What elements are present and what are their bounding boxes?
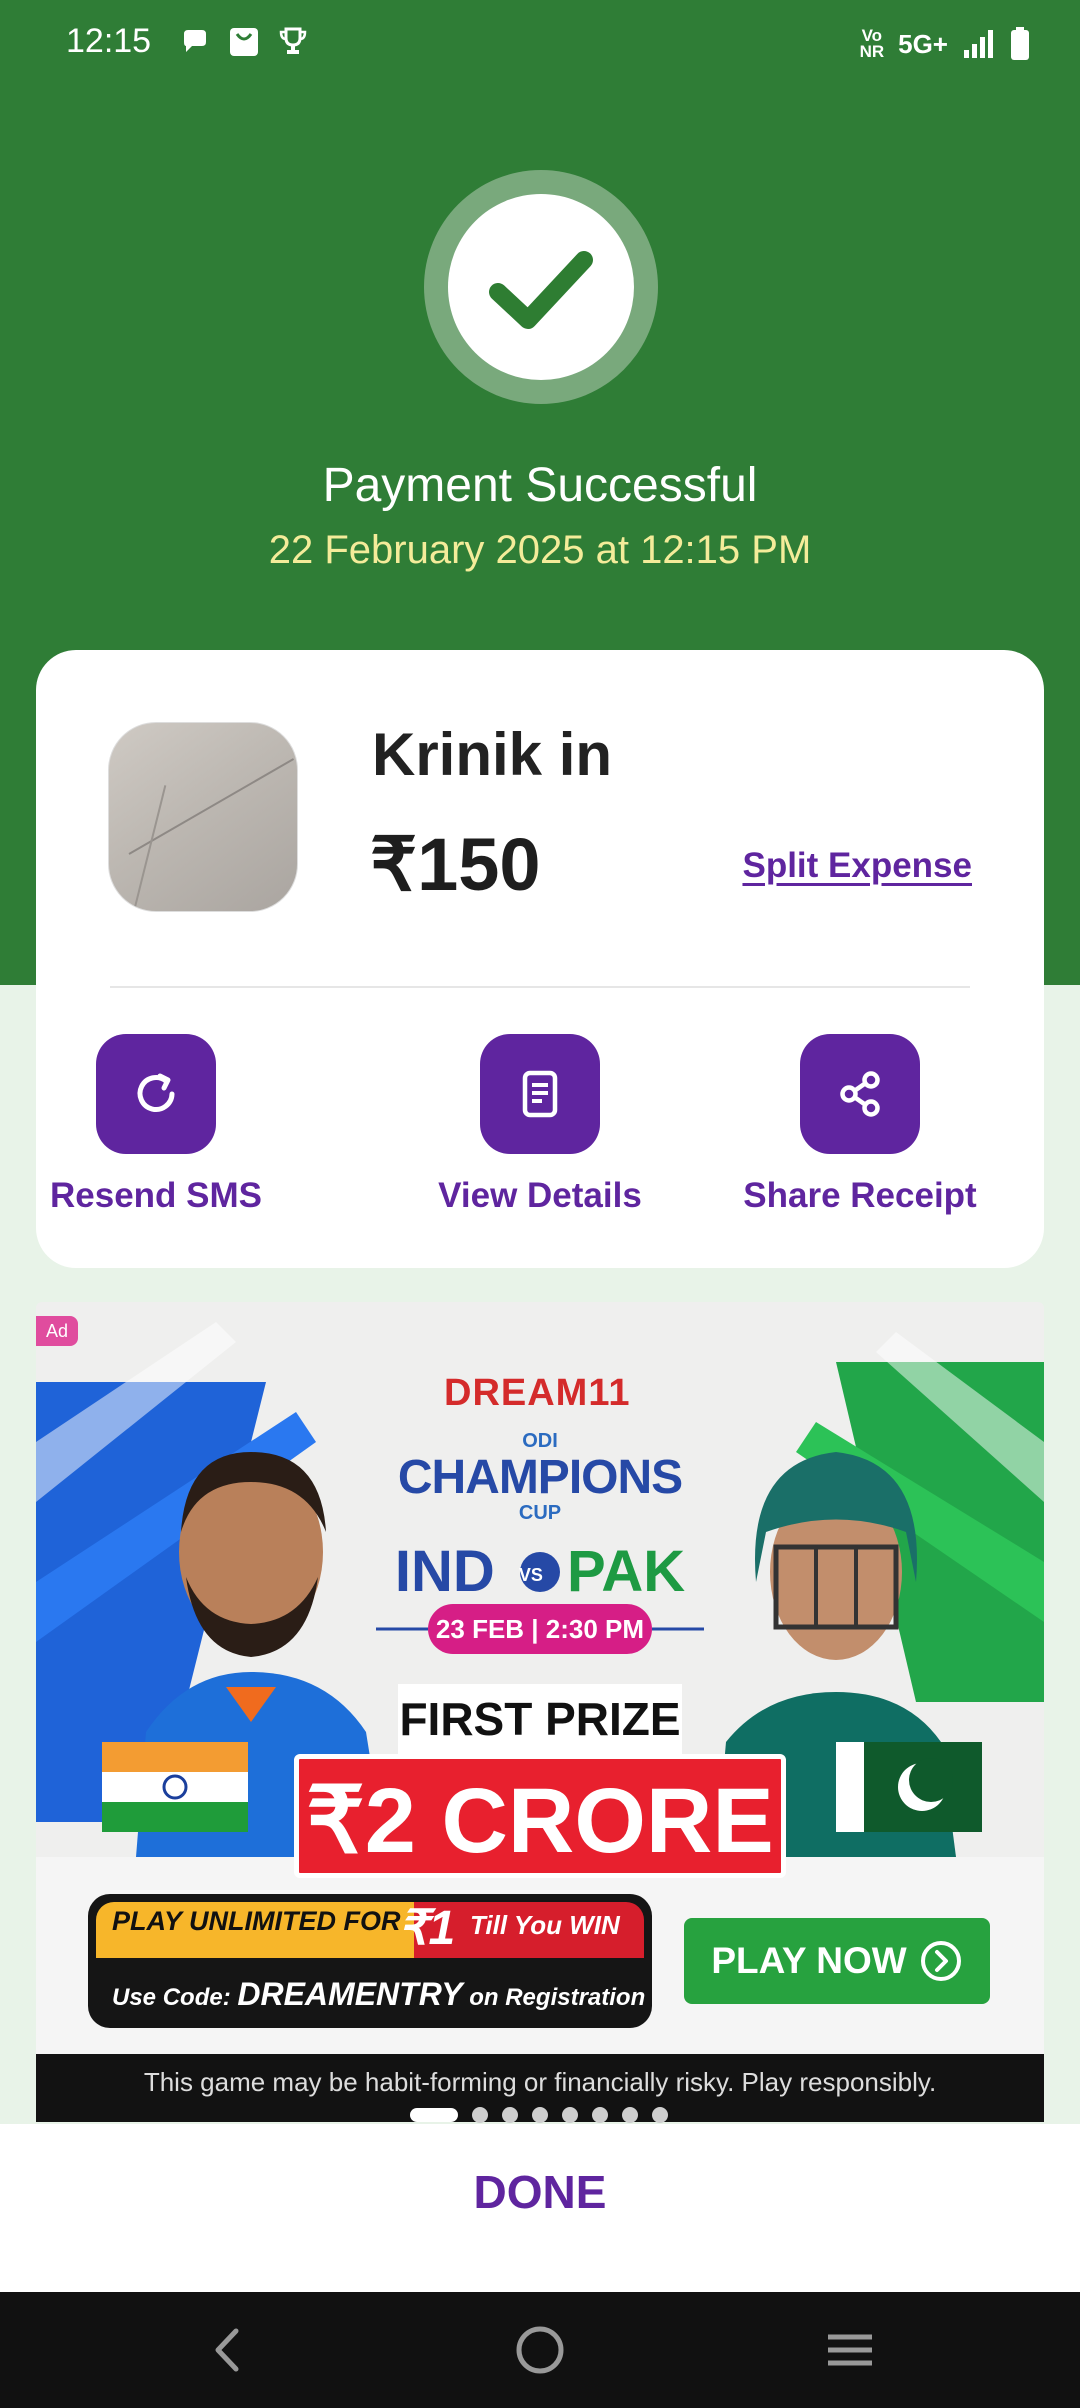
payment-datetime: 22 February 2025 at 12:15 PM — [268, 528, 812, 572]
ad-offer-text: PLAY UNLIMITED FOR — [112, 1906, 401, 1936]
ad-carousel-indicator — [410, 2107, 668, 2123]
document-icon — [480, 1034, 600, 1154]
chat-icon — [184, 30, 206, 52]
ad-match-teams: IND VS PAK — [394, 1539, 686, 1604]
done-button[interactable]: DONE — [390, 2152, 690, 2232]
refresh-icon — [96, 1034, 216, 1154]
menu-icon[interactable] — [810, 2322, 890, 2378]
chevron-right-circle-icon — [920, 1941, 961, 1981]
carousel-dot — [652, 2107, 668, 2123]
divider — [110, 986, 970, 988]
share-receipt-label: Share Receipt — [743, 1176, 977, 1215]
share-icon — [800, 1034, 920, 1154]
success-badge-inner — [448, 194, 634, 380]
merchant-name: Krinik in — [372, 721, 613, 788]
resend-sms-label: Resend SMS — [50, 1176, 262, 1215]
done-footer: DONE — [0, 2124, 1080, 2292]
network-type: 5G+ — [898, 28, 948, 59]
shopping-bag-icon — [230, 28, 258, 56]
ad-match-date: 23 FEB | 2:30 PM — [428, 1604, 652, 1654]
split-expense-link[interactable]: Split Expense — [742, 846, 972, 886]
view-details-button[interactable]: View Details — [420, 1034, 660, 1216]
system-navigation-bar — [0, 2292, 1080, 2408]
merchant-avatar — [108, 722, 298, 912]
ad-tag: Ad — [36, 1316, 78, 1346]
signal-icon — [964, 30, 993, 58]
ad-first-prize-label: FIRST PRIZE — [398, 1684, 682, 1754]
battery-icon — [1011, 27, 1029, 60]
carousel-dot — [410, 2108, 458, 2122]
ad-play-now-button[interactable]: PLAY NOW — [684, 1918, 990, 2004]
status-indicators: Vo NR 5G+ — [860, 24, 1030, 64]
status-time: 12:15 — [66, 22, 152, 60]
ad-tournament-title: CHAMPIONS — [397, 1451, 683, 1504]
volte-indicator: Vo NR — [859, 26, 885, 61]
carousel-dot — [502, 2107, 518, 2123]
success-badge — [424, 170, 658, 404]
payment-amount: ₹150 — [370, 823, 541, 906]
payment-status-title: Payment Successful — [322, 459, 758, 512]
transaction-card: Krinik in ₹150 Split Expense Resend SMS … — [36, 650, 1044, 1268]
trophy-icon — [279, 27, 307, 54]
back-icon[interactable] — [188, 2322, 268, 2378]
status-bar: 12:15 Vo NR 5G+ — [0, 0, 1080, 88]
carousel-dot — [472, 2107, 488, 2123]
checkmark-icon — [489, 251, 593, 329]
share-receipt-button[interactable]: Share Receipt — [740, 1034, 980, 1216]
view-details-label: View Details — [438, 1176, 642, 1215]
ad-offer-price: ₹1 — [398, 1902, 456, 1955]
resend-sms-button[interactable]: Resend SMS — [36, 1034, 276, 1216]
ad-offer-suffix: Till You WIN — [470, 1910, 620, 1940]
home-icon[interactable] — [500, 2322, 580, 2378]
ad-promo-code: Use Code: DREAMENTRY on Registration — [112, 1976, 646, 2012]
carousel-dot — [622, 2107, 638, 2123]
ad-banner[interactable]: Ad DREAM11 ODI CHAMPIONS CUP IND VS PAK … — [36, 1302, 1044, 2122]
carousel-dot — [532, 2107, 548, 2123]
ad-offer-box: PLAY UNLIMITED FOR ₹1 Till You WIN Use C… — [88, 1894, 652, 2028]
ad-brand-logo: DREAM11 — [444, 1372, 631, 1414]
ad-prize-amount: ₹2 CRORE — [294, 1754, 786, 1878]
ad-tournament-bottom: CUP — [518, 1502, 562, 1524]
carousel-dot — [592, 2107, 608, 2123]
carousel-dot — [562, 2107, 578, 2123]
